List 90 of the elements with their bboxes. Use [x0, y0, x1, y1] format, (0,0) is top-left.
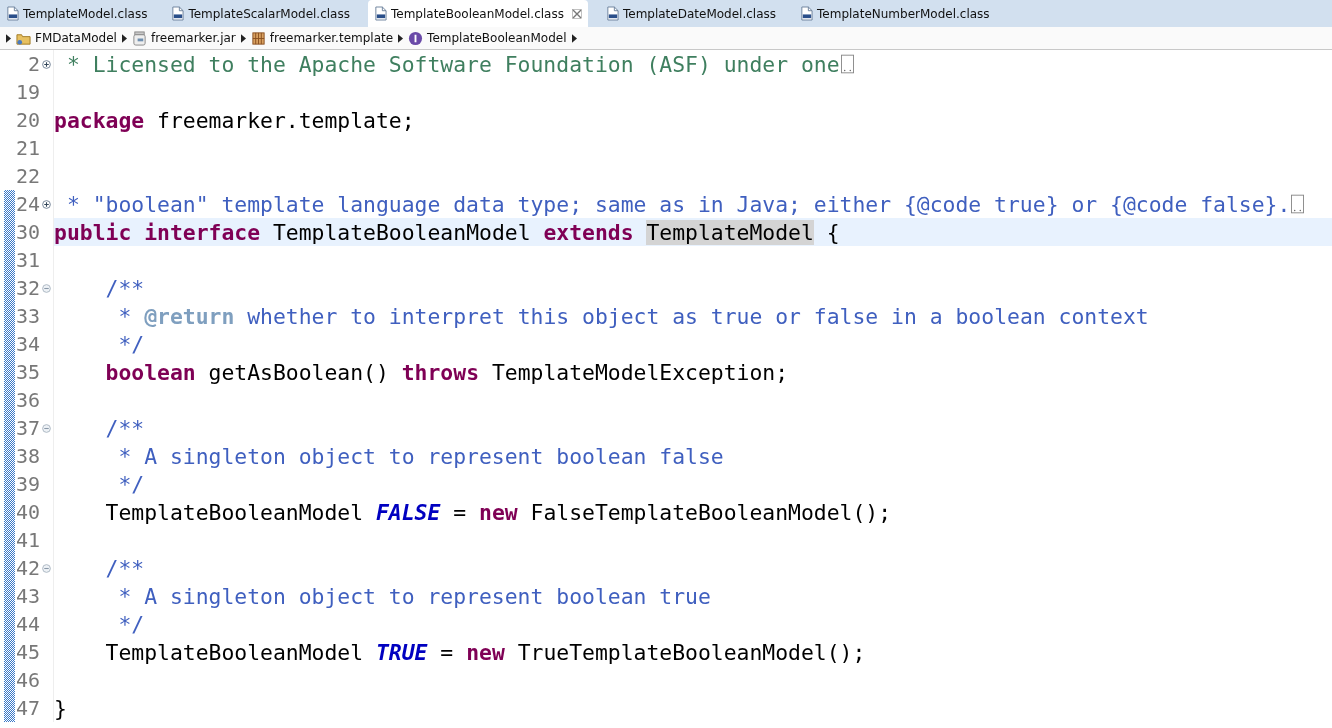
arrow-icon[interactable] — [398, 33, 404, 43]
arrow-icon[interactable] — [571, 33, 577, 43]
close-icon[interactable] — [571, 8, 582, 19]
code-comment: * A singleton object to represent boolean true — [117, 583, 711, 609]
breadcrumb-item[interactable]: TemplateBooleanModel — [408, 30, 567, 46]
breadcrumb-item[interactable]: FMDataModel — [16, 30, 117, 46]
line-number: 43 — [15, 584, 40, 608]
code-comment: @return — [144, 303, 235, 329]
folded-code-icon[interactable] — [1291, 194, 1305, 214]
code-keyword: boolean — [104, 359, 196, 385]
line-number: 2 — [26, 52, 40, 76]
line-number: 33 — [15, 304, 40, 328]
line-number: 34 — [15, 332, 40, 356]
interface-icon — [408, 30, 424, 46]
code-keyword: extends — [543, 219, 635, 245]
editor-tab[interactable]: TemplateDateModel.class — [599, 0, 783, 27]
code-keyword: new — [479, 499, 518, 525]
line-number: 36 — [15, 388, 40, 412]
line-number: 24 — [15, 192, 40, 216]
editor-tab[interactable]: TemplateScalarModel.class — [165, 0, 356, 27]
line-number: 40 — [15, 500, 40, 524]
collapse-icon[interactable] — [42, 423, 51, 433]
line-number: 22 — [15, 164, 40, 188]
line-number: 44 — [15, 612, 40, 636]
editor-tab[interactable]: TemplateModel.class — [0, 0, 154, 27]
line-number: 21 — [15, 136, 40, 160]
line-number: 20 — [15, 108, 40, 132]
class-file-icon — [6, 6, 19, 21]
line-number: 35 — [15, 360, 40, 384]
class-file-icon — [605, 6, 619, 21]
editor-tab[interactable]: TemplateBooleanModel.class — [367, 0, 588, 27]
code-comment: */ — [117, 471, 145, 497]
breadcrumb-item[interactable]: freemarker.jar — [131, 30, 236, 46]
code-text: TemplateBooleanModel — [104, 499, 365, 525]
code-comment: whether to interpret this object as true or false in a boolean context — [246, 303, 1149, 329]
collapse-icon[interactable] — [42, 563, 51, 573]
line-number: 32 — [15, 276, 40, 300]
code-keyword: new — [466, 639, 505, 665]
arrow-icon[interactable] — [6, 33, 11, 43]
class-file-icon — [373, 6, 387, 21]
code-keyword: public — [54, 219, 132, 245]
code-text: } — [54, 695, 67, 721]
code-keyword: throws — [401, 359, 479, 385]
code-text: TRUE — [375, 639, 428, 665]
arrow-icon[interactable] — [240, 33, 246, 43]
folded-code-icon[interactable] — [840, 54, 854, 74]
arrow-icon[interactable] — [121, 33, 127, 43]
code-comment: * "boolean" template language data type; same as in Java; either {@code true} or {@code false}. — [65, 191, 1291, 217]
code-text: = — [452, 499, 468, 525]
line-number: 41 — [15, 528, 40, 552]
code-comment: * — [117, 303, 133, 329]
line-number: 39 — [15, 472, 40, 496]
class-file-icon — [171, 6, 185, 21]
code-comment: * Licensed to the Apache Software Foundation (ASF) under one — [65, 51, 840, 77]
line-number: 42 — [15, 556, 40, 580]
expand-icon[interactable] — [42, 59, 51, 69]
code-comment: */ — [117, 331, 145, 357]
line-number: 37 — [15, 416, 40, 440]
class-file-icon — [800, 6, 814, 21]
code-comment: /** — [104, 555, 145, 581]
breadcrumb-item[interactable]: freemarker.template — [250, 30, 394, 46]
line-number: 45 — [15, 640, 40, 664]
code-keyword: interface — [143, 219, 261, 245]
code-text: FalseTemplateBooleanModel(); — [529, 499, 892, 525]
line-number: 30 — [15, 220, 40, 244]
code-text: TemplateBooleanModel — [271, 219, 532, 245]
line-number: 38 — [15, 444, 40, 468]
package-icon — [250, 30, 266, 46]
code-text: { — [825, 219, 840, 245]
line-number: 46 — [15, 668, 40, 692]
code-text: TrueTemplateBooleanModel(); — [516, 639, 866, 665]
line-number: 47 — [15, 696, 40, 720]
code-text: getAsBoolean() — [207, 359, 390, 385]
code-text: TemplateModelException; — [490, 359, 789, 385]
jar-icon — [131, 30, 147, 46]
code-text: FALSE — [375, 499, 441, 525]
code-comment: /** — [104, 275, 145, 301]
code-text: TemplateModel — [646, 219, 814, 245]
editor-tab[interactable]: TemplateNumberModel.class — [794, 0, 996, 27]
line-number: 31 — [15, 248, 40, 272]
line-number: 19 — [15, 80, 40, 104]
code-comment: */ — [117, 611, 145, 637]
expand-icon[interactable] — [42, 199, 51, 209]
code-text: freemarker.template; — [156, 107, 415, 133]
code-comment: * A singleton object to represent boolean false — [117, 443, 724, 469]
code-text: = — [439, 639, 455, 665]
code-keyword: package — [54, 107, 145, 133]
code-comment: /** — [104, 415, 145, 441]
collapse-icon[interactable] — [42, 283, 51, 293]
code-text: TemplateBooleanModel — [104, 639, 365, 665]
